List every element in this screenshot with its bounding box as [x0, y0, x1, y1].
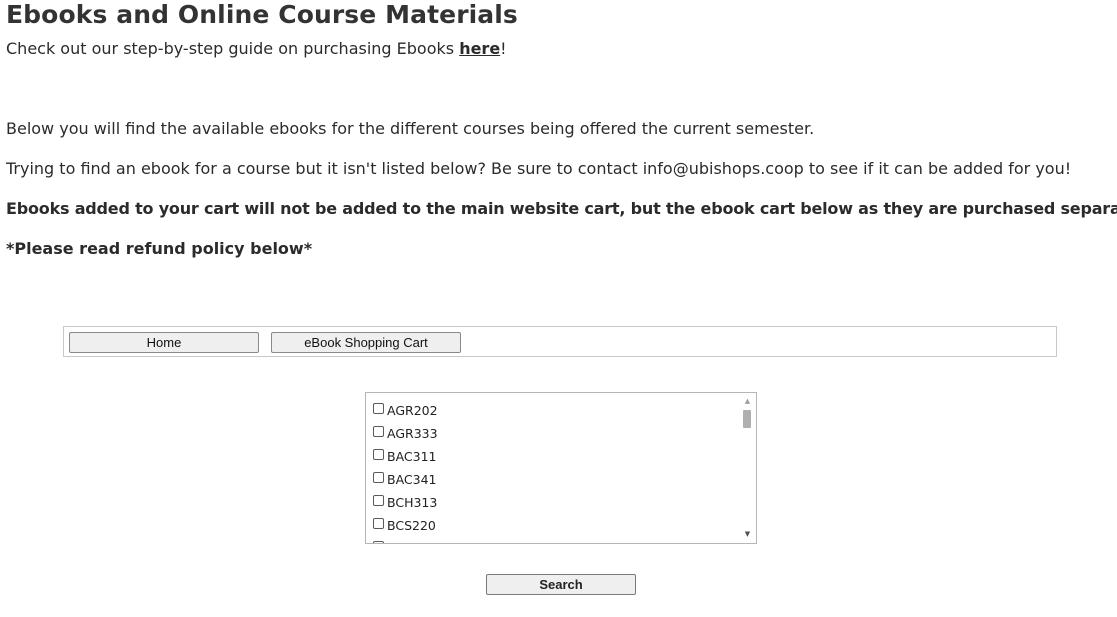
- contact-text: Trying to find an ebook for a course but…: [6, 159, 1072, 178]
- course-list-item[interactable]: BAC341: [373, 468, 438, 491]
- course-checkbox[interactable]: [373, 402, 384, 414]
- course-list-item[interactable]: BCS420: [373, 537, 438, 543]
- refund-note-text: *Please read refund policy below*: [6, 239, 313, 258]
- course-code-label: AGR333: [387, 426, 438, 441]
- course-checkbox[interactable]: [373, 540, 384, 543]
- course-list-scrollbar[interactable]: ▲ ▼: [739, 393, 756, 543]
- course-code-label: BCH313: [387, 495, 438, 510]
- course-list-item[interactable]: BAC311: [373, 445, 438, 468]
- ebook-cart-button[interactable]: eBook Shopping Cart: [271, 332, 461, 353]
- guide-suffix: !: [500, 39, 507, 58]
- page: Ebooks and Online Course Materials Check…: [0, 0, 1117, 617]
- search-button[interactable]: Search: [486, 574, 636, 595]
- page-title: Ebooks and Online Course Materials: [6, 0, 518, 29]
- guide-paragraph: Check out our step-by-step guide on purc…: [6, 39, 507, 59]
- scroll-down-arrow-icon[interactable]: ▼: [739, 527, 756, 541]
- course-code-label: BCS220: [387, 518, 436, 533]
- course-checkbox[interactable]: [373, 494, 384, 506]
- available-ebooks-text: Below you will find the available ebooks…: [6, 119, 815, 138]
- course-code-label: BCS420: [387, 541, 436, 543]
- ebook-nav-bar: Home eBook Shopping Cart: [63, 326, 1057, 357]
- course-checkbox[interactable]: [373, 517, 384, 529]
- course-list-item[interactable]: AGR333: [373, 422, 438, 445]
- course-list-item[interactable]: AGR202: [373, 399, 438, 422]
- course-list[interactable]: AGR202 AGR333 BAC311 BAC341 BCH313 BCS220 BCS4…: [365, 392, 757, 544]
- course-list-item[interactable]: BCH313: [373, 491, 438, 514]
- scroll-up-arrow-icon[interactable]: ▲: [739, 394, 756, 408]
- home-button[interactable]: Home: [69, 332, 259, 353]
- guide-link[interactable]: here: [459, 39, 500, 58]
- course-list-item[interactable]: BCS220: [373, 514, 438, 537]
- scroll-thumb[interactable]: [743, 410, 751, 428]
- course-checkbox[interactable]: [373, 448, 384, 460]
- course-list-items: AGR202 AGR333 BAC311 BAC341 BCH313 BCS220 BCS4…: [373, 399, 438, 543]
- course-checkbox[interactable]: [373, 425, 384, 437]
- course-checkbox[interactable]: [373, 471, 384, 483]
- course-code-label: BAC341: [387, 472, 437, 487]
- course-code-label: BAC311: [387, 449, 437, 464]
- cart-note-text: Ebooks added to your cart will not be ad…: [6, 199, 1117, 218]
- course-code-label: AGR202: [387, 403, 438, 418]
- guide-prefix: Check out our step-by-step guide on purc…: [6, 39, 460, 58]
